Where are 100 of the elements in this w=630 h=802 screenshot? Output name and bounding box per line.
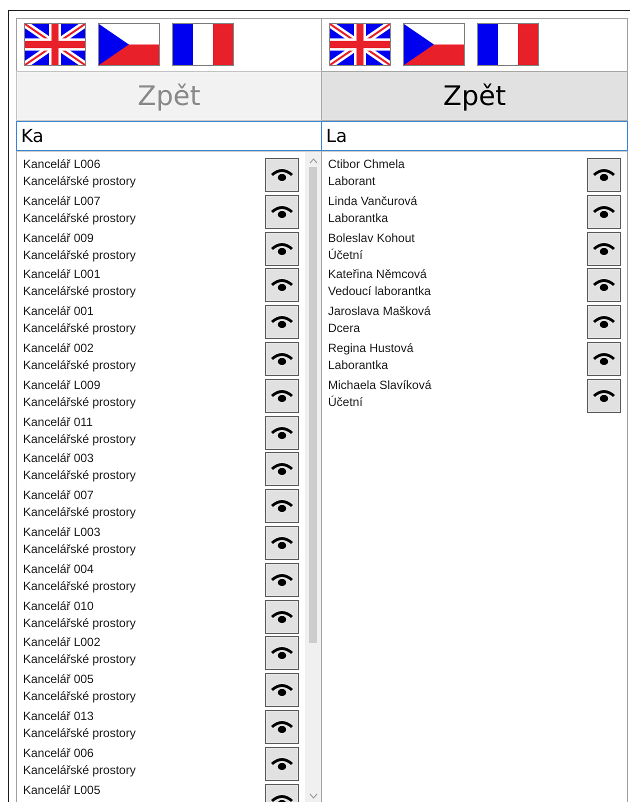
view-button[interactable] bbox=[265, 452, 299, 486]
view-button[interactable] bbox=[265, 746, 299, 781]
item-name: Kancelář 006 bbox=[23, 744, 95, 762]
item-subtitle: Kancelářské prostory bbox=[23, 762, 137, 779]
item-name: Kancelář L006 bbox=[23, 156, 102, 173]
eye-icon bbox=[270, 682, 294, 698]
view-button[interactable] bbox=[265, 710, 299, 744]
item-subtitle: Kancelářské prostory bbox=[23, 504, 137, 522]
item-subtitle: Kancelářské prostory bbox=[23, 688, 137, 706]
eye-icon bbox=[270, 645, 294, 662]
czech-flag-icon[interactable] bbox=[98, 23, 160, 66]
view-button[interactable] bbox=[265, 636, 299, 670]
view-button[interactable] bbox=[265, 232, 299, 266]
view-button[interactable] bbox=[265, 305, 299, 340]
search-field[interactable]: Ka bbox=[16, 121, 322, 151]
item-name: Kancelář 011 bbox=[23, 414, 94, 431]
eye-icon bbox=[270, 534, 294, 551]
item-name: Jaroslava Mašková bbox=[328, 303, 432, 320]
item-subtitle: Kancelářské prostory bbox=[23, 356, 137, 374]
eye-icon bbox=[270, 424, 294, 441]
item-name: Kateřina Němcová bbox=[328, 266, 428, 284]
view-button[interactable] bbox=[265, 268, 299, 302]
item-name: Boleslav Kohout bbox=[328, 230, 416, 247]
item-subtitle: Laborant bbox=[328, 173, 376, 190]
item-name: Kancelář 003 bbox=[23, 450, 95, 468]
item-subtitle: Účetní bbox=[328, 246, 364, 264]
item-subtitle: Kancelářské prostory bbox=[23, 724, 137, 742]
item-subtitle: Kancelářské prostory bbox=[23, 614, 137, 632]
french-flag-icon[interactable] bbox=[172, 23, 234, 66]
item-subtitle: Kancelářské prostory bbox=[23, 173, 137, 190]
back-button[interactable]: Zpět bbox=[321, 71, 628, 121]
item-name: Linda Vančurová bbox=[328, 192, 418, 210]
view-button[interactable] bbox=[587, 378, 621, 413]
item-subtitle: Dcera bbox=[328, 320, 362, 338]
eye-icon bbox=[270, 756, 294, 772]
eye-icon bbox=[592, 314, 616, 330]
item-name: Kancelář 001 bbox=[23, 303, 95, 320]
eye-icon bbox=[592, 350, 616, 367]
eye-icon bbox=[592, 204, 616, 220]
item-subtitle: Kancelářské prostory bbox=[23, 467, 137, 484]
view-button[interactable] bbox=[265, 416, 299, 450]
view-button[interactable] bbox=[587, 232, 621, 266]
item-subtitle: Kancelářské prostory bbox=[23, 210, 137, 227]
item-subtitle: Laborantka bbox=[328, 210, 390, 227]
eye-icon bbox=[592, 388, 616, 404]
view-button[interactable] bbox=[265, 194, 299, 229]
eye-icon bbox=[270, 350, 294, 367]
item-subtitle: Kancelářské prostory bbox=[23, 430, 137, 448]
view-button[interactable] bbox=[265, 489, 299, 524]
czech-flag-icon[interactable] bbox=[403, 23, 465, 66]
view-button[interactable] bbox=[265, 378, 299, 413]
item-name: Kancelář L009 bbox=[23, 376, 102, 394]
item-name: Kancelář 004 bbox=[23, 560, 95, 578]
view-button[interactable] bbox=[265, 562, 299, 597]
eye-icon bbox=[592, 277, 616, 294]
view-button[interactable] bbox=[587, 268, 621, 302]
item-subtitle: Kancelářské prostory bbox=[23, 394, 137, 411]
item-name: Kancelář L007 bbox=[23, 192, 102, 210]
item-name: Kancelář 009 bbox=[23, 230, 95, 247]
eye-icon bbox=[270, 204, 294, 220]
item-subtitle: Laborantka bbox=[328, 356, 390, 374]
eye-icon bbox=[270, 498, 294, 514]
item-name: Kancelář 005 bbox=[23, 671, 95, 688]
item-subtitle: Kancelářské prostory bbox=[23, 246, 137, 264]
item-name: Kancelář L002 bbox=[23, 634, 102, 652]
uk-flag-icon[interactable] bbox=[329, 23, 391, 66]
eye-icon bbox=[270, 314, 294, 330]
view-button[interactable] bbox=[265, 158, 299, 192]
item-subtitle: Kancelářské prostory bbox=[23, 540, 137, 558]
eye-icon bbox=[270, 277, 294, 294]
item-name: Kancelář 010 bbox=[23, 598, 95, 615]
search-field[interactable]: La bbox=[321, 121, 628, 151]
eye-icon bbox=[270, 718, 294, 735]
item-name: Kancelář L001 bbox=[23, 266, 102, 284]
item-subtitle: Účetní bbox=[328, 394, 364, 411]
item-name: Ctibor Chmela bbox=[328, 156, 406, 173]
view-button[interactable] bbox=[265, 600, 299, 634]
scrollbar-thumb[interactable] bbox=[309, 167, 317, 643]
view-button[interactable] bbox=[265, 673, 299, 708]
item-subtitle: Kancelářské prostory bbox=[23, 578, 137, 595]
view-button[interactable] bbox=[587, 194, 621, 229]
eye-icon bbox=[270, 167, 294, 183]
eye-icon bbox=[592, 240, 616, 257]
eye-icon bbox=[270, 388, 294, 404]
item-name: Michaela Slavíková bbox=[328, 376, 432, 394]
view-button[interactable] bbox=[587, 342, 621, 376]
item-name: Kancelář L005 bbox=[23, 782, 102, 799]
french-flag-icon[interactable] bbox=[477, 23, 539, 66]
eye-icon bbox=[270, 240, 294, 257]
view-button[interactable] bbox=[587, 158, 621, 192]
view-button[interactable] bbox=[265, 342, 299, 376]
item-subtitle: Kancelářské prostory bbox=[23, 320, 137, 338]
view-button[interactable] bbox=[587, 305, 621, 340]
item-name: Regina Hustová bbox=[328, 340, 414, 357]
item-subtitle: Kancelářské prostory bbox=[23, 651, 137, 668]
eye-icon bbox=[270, 608, 294, 625]
eye-icon bbox=[270, 572, 294, 588]
scrollbar[interactable] bbox=[305, 152, 321, 802]
view-button[interactable] bbox=[265, 526, 299, 560]
uk-flag-icon[interactable] bbox=[24, 23, 86, 66]
